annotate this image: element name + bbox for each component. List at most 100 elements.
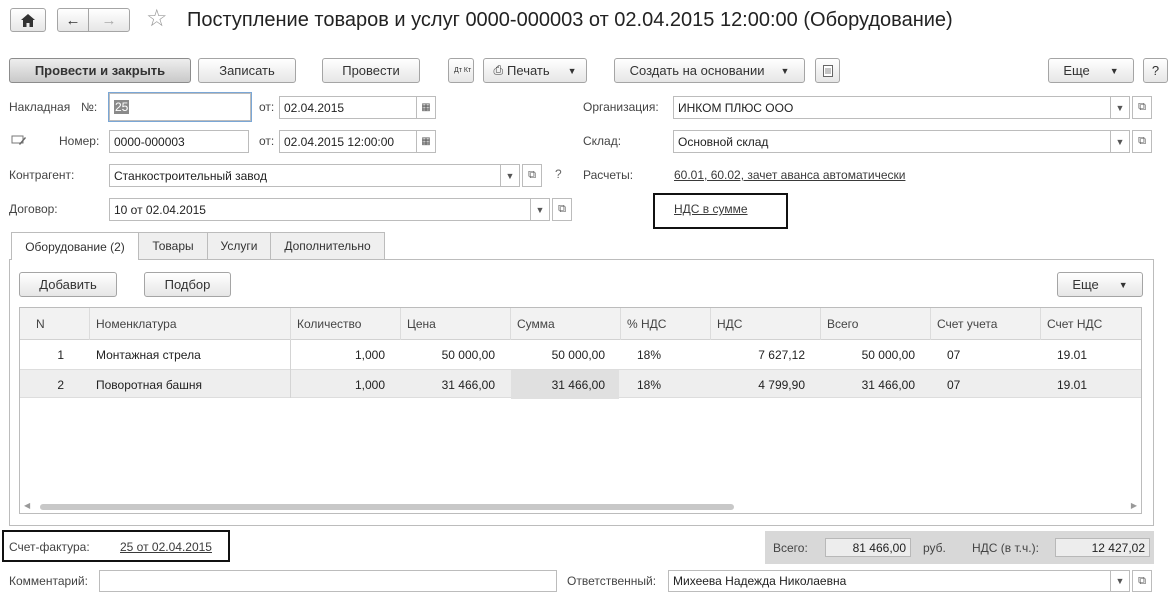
more-label: Еще [1063, 63, 1090, 78]
create-based-on-button[interactable]: Создать на основании ▼ [614, 58, 805, 83]
row-item: Монтажная стрела [96, 347, 201, 362]
table-row[interactable]: 1 Монтажная стрела 1,000 50 000,00 50 00… [20, 340, 1141, 369]
number-input[interactable]: 0000-000003 [109, 130, 249, 153]
calendar-icon: ▦ [421, 136, 431, 147]
warehouse-dropdown-button[interactable]: ▼ [1110, 130, 1130, 153]
post-button[interactable]: Провести [322, 58, 420, 83]
forward-button[interactable]: → [88, 8, 130, 32]
home-button[interactable] [10, 8, 46, 32]
tax-invoice-label: Счет-фактура: [9, 540, 90, 554]
row-vat: 7 627,12 [758, 347, 805, 362]
chevron-down-icon: ▼ [1118, 279, 1128, 290]
vat-total-value: 12 427,02 [1055, 538, 1150, 557]
table-row[interactable]: 2 Поворотная башня 1,000 31 466,00 31 46… [20, 369, 1141, 399]
tab-goods[interactable]: Товары [138, 232, 208, 259]
row-price: 31 466,00 [441, 377, 495, 392]
table-more-button[interactable]: Еще ▼ [1057, 272, 1143, 297]
arrow-right-icon: → [101, 11, 117, 29]
warehouse-open-button[interactable]: ⧉ [1132, 130, 1152, 153]
contract-open-button[interactable]: ⧉ [552, 198, 572, 221]
arrow-left-icon: ← [65, 11, 81, 29]
column-header-account[interactable]: Счет учета [931, 308, 1041, 340]
comment-label: Комментарий: [9, 574, 88, 588]
row-account: 07 [947, 377, 961, 392]
column-header-n[interactable]: N [20, 308, 90, 340]
star-icon[interactable]: ☆ [146, 7, 168, 31]
tab-services[interactable]: Услуги [207, 232, 271, 259]
column-header-vat-account[interactable]: Счет НДС [1041, 308, 1141, 340]
chevron-down-icon: ▼ [780, 65, 790, 76]
organization-dropdown-button[interactable]: ▼ [1110, 96, 1130, 119]
row-account: 07 [947, 347, 961, 362]
row-qty: 1,000 [354, 347, 385, 362]
row-vat-account: 19.01 [1057, 347, 1088, 362]
counterparty-open-button[interactable]: ⧉ [522, 164, 542, 187]
column-header-vat-rate[interactable]: % НДС [621, 308, 711, 340]
invoice-number-value: 25 [114, 100, 130, 114]
save-button[interactable]: Записать [198, 58, 296, 83]
responsible-open-button[interactable]: ⧉ [1132, 570, 1152, 592]
invoice-no-label: №: [81, 100, 98, 114]
create-based-on-label: Создать на основании [629, 63, 765, 78]
tab-equipment[interactable]: Оборудование (2) [11, 232, 139, 260]
tax-invoice-link[interactable]: 25 от 02.04.2015 [120, 540, 212, 554]
home-icon [21, 13, 35, 27]
organization-input[interactable]: ИНКОМ ПЛЮС ООО [673, 96, 1111, 119]
column-header-item[interactable]: Номенклатура [90, 308, 291, 340]
contract-label: Договор: [9, 202, 58, 216]
responsible-input[interactable]: Михеева Надежда Николаевна [668, 570, 1111, 592]
invoice-number-input[interactable]: 25 [108, 92, 252, 122]
column-header-price[interactable]: Цена [401, 308, 511, 340]
table-header: N Номенклатура Количество Цена Сумма % Н… [20, 308, 1141, 340]
column-header-sum[interactable]: Сумма [511, 308, 621, 340]
selection-button[interactable]: Подбор [144, 272, 231, 297]
row-item: Поворотная башня [96, 377, 202, 392]
comment-input[interactable] [99, 570, 557, 592]
totals-panel: Всего: 81 466,00 руб. НДС (в т.ч.): 12 4… [765, 531, 1154, 564]
row-qty: 1,000 [354, 377, 385, 392]
row-sum-selected[interactable]: 31 466,00 [511, 370, 619, 399]
open-icon: ⧉ [558, 203, 566, 215]
open-icon: ⧉ [1138, 101, 1146, 113]
equipment-table[interactable]: N Номенклатура Количество Цена Сумма % Н… [19, 307, 1142, 514]
number-date-calendar-button[interactable]: ▦ [416, 130, 436, 153]
number-date-from-label: от: [259, 134, 275, 148]
scrollbar-thumb[interactable] [40, 504, 734, 510]
column-header-qty[interactable]: Количество [291, 308, 401, 340]
report-icon [822, 64, 833, 77]
invoice-date-from-label: от: [259, 100, 275, 114]
document-report-button[interactable] [815, 58, 840, 83]
invoice-date-input[interactable]: 02.04.2015 [279, 96, 417, 119]
vat-mode-link[interactable]: НДС в сумме [674, 202, 748, 216]
edit-number-icon[interactable] [11, 134, 27, 146]
organization-open-button[interactable]: ⧉ [1132, 96, 1152, 119]
tab-additional[interactable]: Дополнительно [270, 232, 385, 259]
contract-dropdown-button[interactable]: ▼ [530, 198, 550, 221]
number-date-input[interactable]: 02.04.2015 12:00:00 [279, 130, 417, 153]
chevron-down-icon: ▼ [1115, 136, 1125, 147]
post-and-close-button[interactable]: Провести и закрыть [9, 58, 191, 83]
settlements-link[interactable]: 60.01, 60.02, зачет аванса автоматически [674, 168, 905, 182]
column-header-vat[interactable]: НДС [711, 308, 821, 340]
counterparty-input[interactable]: Станкостроительный завод [109, 164, 501, 187]
contract-input[interactable]: 10 от 02.04.2015 [109, 198, 531, 221]
invoice-date-calendar-button[interactable]: ▦ [416, 96, 436, 119]
counterparty-dropdown-button[interactable]: ▼ [500, 164, 520, 187]
print-button[interactable]: ⎙ Печать ▼ [483, 58, 587, 83]
item-column-divider [290, 340, 291, 398]
dt-kt-button[interactable]: Дт Кт [448, 58, 474, 83]
scroll-left-icon[interactable]: ◀ [24, 501, 30, 510]
counterparty-help[interactable]: ? [555, 167, 562, 181]
row-price: 50 000,00 [441, 347, 495, 362]
column-header-total[interactable]: Всего [821, 308, 931, 340]
help-button[interactable]: ? [1143, 58, 1168, 83]
row-number: 2 [57, 377, 64, 392]
table-horizontal-scrollbar[interactable]: ◀ ▶ [20, 501, 1141, 513]
warehouse-input[interactable]: Основной склад [673, 130, 1111, 153]
back-button[interactable]: ← [57, 8, 89, 32]
add-row-button[interactable]: Добавить [19, 272, 117, 297]
responsible-dropdown-button[interactable]: ▼ [1110, 570, 1130, 592]
more-button[interactable]: Еще ▼ [1048, 58, 1134, 83]
scroll-right-icon[interactable]: ▶ [1131, 501, 1137, 510]
settlements-label: Расчеты: [583, 168, 634, 182]
